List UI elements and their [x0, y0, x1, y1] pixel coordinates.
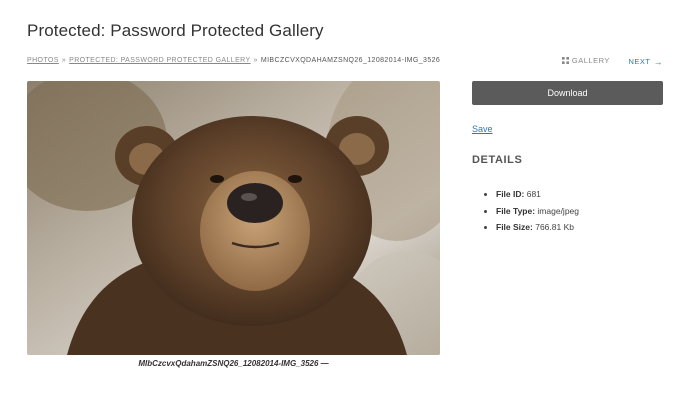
detail-value: 766.81 Kb [535, 222, 574, 232]
bear-photo [27, 81, 440, 355]
breadcrumb-separator: » [253, 57, 258, 64]
breadcrumb-current: MIBCZCVXQDAHAMZSNQ26_12082014-IMG_3526 [260, 57, 441, 64]
breadcrumb-link-gallery[interactable]: PROTECTED: PASSWORD PROTECTED GALLERY [69, 57, 250, 64]
next-label: NEXT [628, 57, 651, 66]
gallery-label: GALLERY [571, 56, 610, 65]
breadcrumb: PHOTOS» PROTECTED: PASSWORD PROTECTED GAL… [27, 57, 440, 64]
save-link[interactable]: Save [472, 124, 493, 134]
breadcrumb-separator: » [61, 57, 67, 64]
page-title: Protected: Password Protected Gallery [27, 21, 324, 40]
photo-caption: MIbCzcvxQdahamZSNQ26_12082014-IMG_3526 — [138, 359, 329, 368]
arrow-right-icon: → [653, 56, 663, 67]
detail-file-type: File Type: image/jpeg [496, 203, 579, 220]
detail-label: File Size: [496, 222, 533, 232]
next-link[interactable]: NEXT → [628, 57, 663, 67]
details-heading: DETAILS [472, 154, 523, 166]
detail-file-size: File Size: 766.81 Kb [496, 219, 579, 236]
detail-label: File ID: [496, 189, 525, 199]
gallery-photo[interactable] [27, 81, 440, 355]
detail-label: File Type: [496, 205, 536, 216]
breadcrumb-link-photos[interactable]: PHOTOS [27, 57, 59, 64]
detail-value: image/jpeg [537, 205, 580, 216]
gallery-link[interactable]: GALLERY [561, 56, 610, 65]
detail-file-id: File ID: 681 [496, 186, 579, 203]
grid-icon [561, 57, 569, 64]
detail-value: 681 [526, 189, 541, 199]
details-list: File ID: 681 File Type: image/jpeg File … [482, 186, 579, 236]
attachment-navigation: GALLERY NEXT → [561, 56, 663, 67]
download-button[interactable]: Download [472, 81, 663, 105]
